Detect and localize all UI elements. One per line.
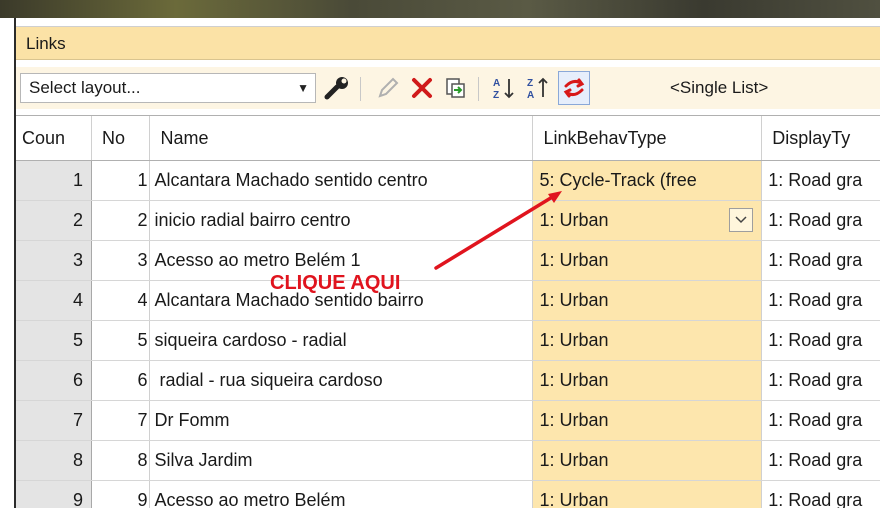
row-no: 4 [91, 280, 151, 321]
table-row[interactable]: 5 5 siqueira cardoso - radial 1: Urban 1… [16, 320, 880, 361]
layout-select[interactable]: Select layout... ▼ [20, 73, 316, 103]
row-linkbehavtype-selected[interactable]: 1: Urban [532, 200, 763, 241]
background-strip [0, 0, 880, 18]
row-count: 1 [16, 160, 92, 201]
delete-x-icon[interactable] [408, 74, 436, 102]
row-displaytype[interactable]: 1: Road gra [761, 240, 880, 281]
table-row[interactable]: 1 1 Alcantara Machado sentido centro 5: … [16, 160, 880, 201]
row-no: 2 [91, 200, 151, 241]
row-linkbehavtype[interactable]: 5: Cycle-Track (free [532, 160, 763, 201]
row-displaytype[interactable]: 1: Road gra [761, 360, 880, 401]
row-name[interactable]: Acesso ao metro Belém [149, 480, 534, 508]
row-no: 9 [91, 480, 151, 508]
row-count: 7 [16, 400, 92, 441]
sort-descending-icon[interactable]: Z A [524, 74, 554, 102]
row-no: 8 [91, 440, 151, 481]
row-no: 5 [91, 320, 151, 361]
row-count: 2 [16, 200, 92, 241]
table-row[interactable]: 8 8 Silva Jardim 1: Urban 1: Road gra [16, 440, 880, 481]
links-table: Coun No Name LinkBehavType DisplayTy 1 1… [16, 115, 880, 508]
row-name[interactable]: Silva Jardim [149, 440, 534, 481]
annotation-label: CLIQUE AQUI [270, 272, 401, 294]
table-row[interactable]: 9 9 Acesso ao metro Belém 1: Urban 1: Ro… [16, 480, 880, 508]
row-linkbehavtype[interactable]: 1: Urban [532, 280, 763, 321]
row-displaytype[interactable]: 1: Road gra [761, 200, 880, 241]
chevron-down-icon: ▼ [297, 81, 309, 95]
toolbar-separator [478, 77, 479, 101]
row-name[interactable]: radial - rua siqueira cardoso [149, 360, 534, 401]
table-row[interactable]: 3 3 Acesso ao metro Belém 1 1: Urban 1: … [16, 240, 880, 281]
row-name[interactable]: Dr Fomm [149, 400, 534, 441]
row-linkbehavtype-value: 1: Urban [539, 210, 609, 230]
row-no: 7 [91, 400, 151, 441]
row-name[interactable]: siqueira cardoso - radial [149, 320, 534, 361]
row-linkbehavtype[interactable]: 1: Urban [532, 360, 763, 401]
row-linkbehavtype[interactable]: 1: Urban [532, 320, 763, 361]
column-header-no[interactable]: No [91, 116, 151, 161]
wrench-icon[interactable] [322, 74, 352, 102]
svg-text:Z: Z [527, 78, 533, 89]
sync-arrows-icon[interactable] [558, 71, 590, 105]
row-name[interactable]: inicio radial bairro centro [149, 200, 534, 241]
svg-text:A: A [527, 90, 534, 101]
row-no: 3 [91, 240, 151, 281]
row-displaytype[interactable]: 1: Road gra [761, 280, 880, 321]
window-title: Links [16, 26, 880, 60]
table-row[interactable]: 2 2 inicio radial bairro centro 1: Urban… [16, 200, 880, 241]
row-count: 8 [16, 440, 92, 481]
row-linkbehavtype[interactable]: 1: Urban [532, 480, 763, 508]
column-header-count[interactable]: Coun [16, 116, 92, 161]
svg-text:Z: Z [493, 90, 499, 101]
row-displaytype[interactable]: 1: Road gra [761, 440, 880, 481]
column-header-name[interactable]: Name [149, 116, 534, 161]
dropdown-chevron-icon[interactable] [729, 208, 754, 232]
row-no: 1 [91, 160, 151, 201]
row-name[interactable]: Alcantara Machado sentido centro [149, 160, 534, 201]
row-linkbehavtype[interactable]: 1: Urban [532, 240, 763, 281]
toolbar-separator [360, 77, 361, 101]
list-mode-label: <Single List> [670, 78, 769, 97]
table-row[interactable]: 4 4 Alcantara Machado sentido bairro 1: … [16, 280, 880, 321]
layout-select-label: Select layout... [29, 78, 141, 97]
row-displaytype[interactable]: 1: Road gra [761, 480, 880, 508]
table-row[interactable]: 7 7 Dr Fomm 1: Urban 1: Road gra [16, 400, 880, 441]
table-row[interactable]: 6 6 radial - rua siqueira cardoso 1: Urb… [16, 360, 880, 401]
table-header-row: Coun No Name LinkBehavType DisplayTy [16, 116, 880, 161]
row-count: 9 [16, 480, 92, 508]
row-linkbehavtype[interactable]: 1: Urban [532, 400, 763, 441]
row-displaytype[interactable]: 1: Road gra [761, 320, 880, 361]
row-displaytype[interactable]: 1: Road gra [761, 400, 880, 441]
row-count: 4 [16, 280, 92, 321]
row-count: 6 [16, 360, 92, 401]
row-no: 6 [91, 360, 151, 401]
row-linkbehavtype[interactable]: 1: Urban [532, 440, 763, 481]
pencil-icon[interactable] [374, 74, 402, 102]
column-header-displaytype[interactable]: DisplayTy [761, 116, 880, 161]
export-icon[interactable] [442, 74, 470, 102]
row-count: 5 [16, 320, 92, 361]
row-count: 3 [16, 240, 92, 281]
row-displaytype[interactable]: 1: Road gra [761, 160, 880, 201]
toolbar: Select layout... ▼ A Z Z A <Single List> [16, 67, 880, 109]
column-header-linkbehavtype[interactable]: LinkBehavType [532, 116, 763, 161]
links-window: Links Select layout... ▼ A Z Z A <Single… [14, 18, 880, 508]
sort-ascending-icon[interactable]: A Z [490, 74, 520, 102]
svg-text:A: A [493, 78, 500, 89]
